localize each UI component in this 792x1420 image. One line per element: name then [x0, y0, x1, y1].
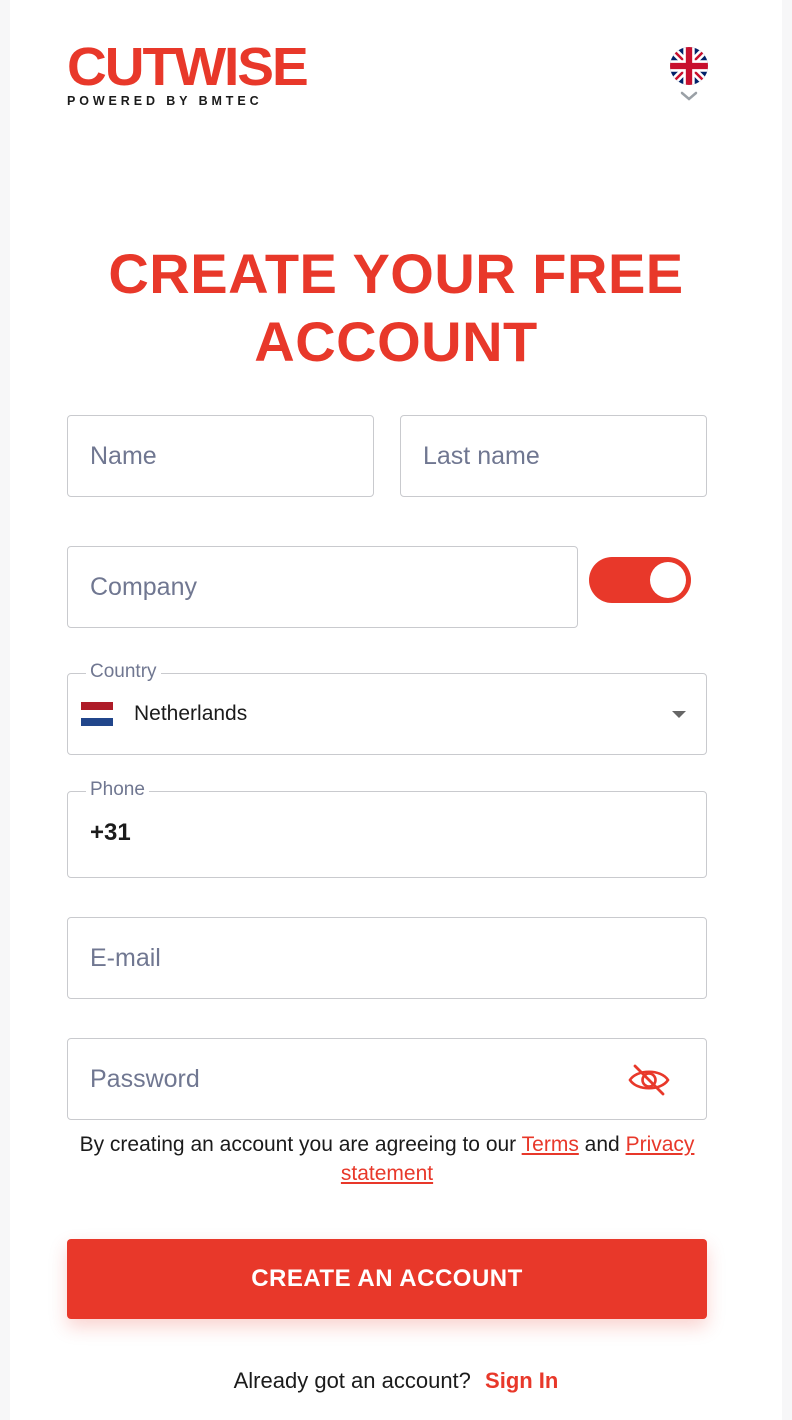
- cutwise-logo[interactable]: CUTWISE POWERED BY BMTEC: [67, 40, 312, 108]
- uk-flag-icon: [670, 47, 708, 85]
- eye-off-icon[interactable]: [627, 1063, 671, 1097]
- title-line-2: ACCOUNT: [254, 310, 538, 373]
- consent-and: and: [584, 1133, 620, 1156]
- signup-page: CUTWISE POWERED BY BMTEC CREATE YOUR FRE…: [10, 0, 782, 1420]
- country-select[interactable]: Country Netherlands: [67, 661, 707, 755]
- logo-wordmark: CUTWISE: [67, 37, 309, 97]
- language-switcher[interactable]: [669, 47, 709, 101]
- chevron-down-icon: [680, 91, 698, 101]
- title-line-1: CREATE YOUR FREE: [108, 242, 684, 305]
- password-input[interactable]: [68, 1039, 706, 1119]
- phone-label: Phone: [86, 779, 149, 801]
- signin-prompt: Already got an account? Sign In: [10, 1368, 782, 1394]
- signin-prompt-text: Already got an account?: [233, 1368, 471, 1393]
- toggle-knob: [650, 562, 686, 598]
- sign-in-link[interactable]: Sign In: [485, 1368, 558, 1393]
- netherlands-flag-icon: [81, 702, 113, 726]
- create-account-button[interactable]: CREATE AN ACCOUNT: [67, 1239, 707, 1319]
- page-title: CREATE YOUR FREE ACCOUNT: [10, 240, 782, 376]
- last-name-field: [400, 415, 707, 497]
- email-input[interactable]: [68, 918, 706, 998]
- email-field: [67, 917, 707, 999]
- company-input[interactable]: [68, 547, 577, 627]
- company-toggle[interactable]: [589, 557, 691, 603]
- last-name-input[interactable]: [401, 416, 706, 496]
- phone-country-code: +31: [90, 819, 131, 846]
- name-field: [67, 415, 374, 497]
- consent-text: By creating an account you are agreeing …: [79, 1133, 517, 1156]
- country-select-row[interactable]: Netherlands: [68, 674, 706, 754]
- terms-consent: By creating an account you are agreeing …: [67, 1130, 707, 1188]
- terms-link[interactable]: Terms: [522, 1133, 579, 1156]
- country-value: Netherlands: [134, 702, 248, 725]
- phone-field[interactable]: Phone +31: [67, 779, 707, 878]
- company-field: [67, 546, 578, 628]
- name-input[interactable]: [68, 416, 373, 496]
- password-field: [67, 1038, 707, 1120]
- caret-down-icon: [672, 710, 686, 718]
